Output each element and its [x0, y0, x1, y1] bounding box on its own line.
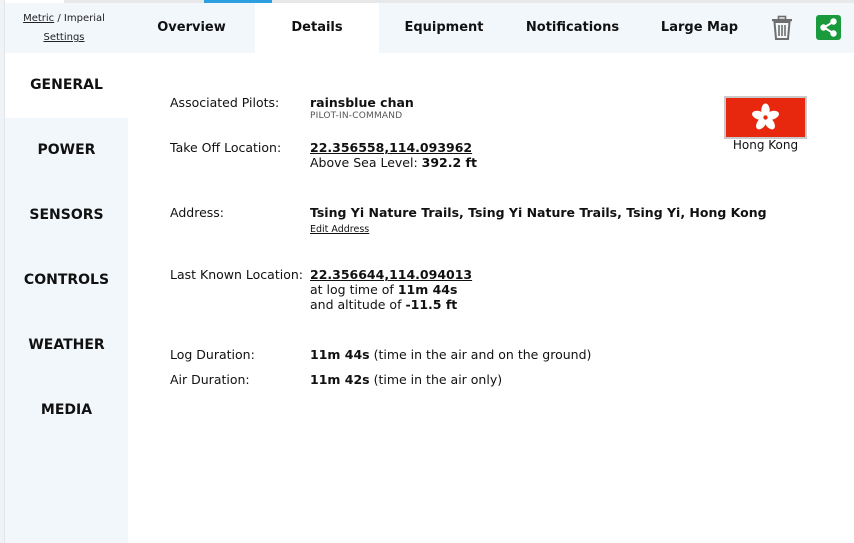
altitude-value: -11.5 ft [405, 297, 458, 312]
edit-address-link[interactable]: Edit Address [310, 224, 369, 235]
air-duration-line: 11m 42s (time in the air only) [310, 372, 502, 387]
settings-link[interactable]: Settings [5, 32, 123, 43]
takeoff-coords-link[interactable]: 22.356558,114.093962 [310, 140, 472, 155]
log-duration-label: Log Duration: [170, 347, 255, 362]
log-time-line: at log time of 11m 44s [310, 282, 457, 297]
units-selector: Metric / Imperial Settings [5, 3, 123, 53]
asl-value: 392.2 ft [421, 155, 477, 170]
log-duration-note: (time in the air and on the ground) [373, 347, 592, 362]
hong-kong-flag-icon [724, 96, 807, 139]
log-duration-value: 11m 44s [310, 347, 370, 362]
address-label: Address: [170, 205, 224, 220]
log-time-value: 11m 44s [397, 282, 458, 297]
pilots-label: Associated Pilots: [170, 95, 280, 110]
edit-address-wrap: Edit Address [310, 220, 369, 235]
units-line: Metric / Imperial [5, 13, 123, 24]
sidebar-item-weather[interactable]: WEATHER [5, 313, 128, 378]
sidebar-item-sensors[interactable]: SENSORS [5, 183, 128, 248]
tab-equipment[interactable]: Equipment [379, 3, 509, 53]
trash-icon[interactable] [768, 14, 796, 42]
asl-line: Above Sea Level: 392.2 ft [310, 155, 477, 170]
sidebar-item-controls[interactable]: CONTROLS [5, 248, 128, 313]
altitude-prefix: and altitude of [310, 297, 402, 312]
tab-notifications[interactable]: Notifications [509, 3, 636, 53]
last-known-label: Last Known Location: [170, 267, 303, 282]
metric-link[interactable]: Metric [23, 13, 54, 24]
asl-label: Above Sea Level: [310, 155, 418, 170]
pilot-role: PILOT-IN-COMMAND [310, 111, 403, 121]
address-value: Tsing Yi Nature Trails, Tsing Yi Nature … [310, 205, 767, 220]
altitude-line: and altitude of -11.5 ft [310, 297, 457, 312]
log-time-prefix: at log time of [310, 282, 394, 297]
sidebar-item-media[interactable]: MEDIA [5, 378, 128, 443]
takeoff-label: Take Off Location: [170, 140, 282, 155]
share-icon[interactable] [816, 15, 841, 40]
pilot-name: rainsblue chan [310, 95, 414, 110]
tab-details[interactable]: Details [255, 3, 379, 53]
tab-overview[interactable]: Overview [128, 3, 255, 53]
air-duration-label: Air Duration: [170, 372, 250, 387]
last-known-coords-link[interactable]: 22.356644,114.094013 [310, 267, 472, 282]
sidebar-item-general[interactable]: GENERAL [5, 53, 128, 118]
tab-large-map[interactable]: Large Map [636, 3, 763, 53]
units-separator: / [57, 13, 61, 24]
log-duration-line: 11m 44s (time in the air and on the grou… [310, 347, 591, 362]
air-duration-value: 11m 42s [310, 372, 370, 387]
sidebar-item-power[interactable]: POWER [5, 118, 128, 183]
air-duration-note: (time in the air only) [373, 372, 503, 387]
flag-caption: Hong Kong [732, 138, 799, 152]
imperial-option[interactable]: Imperial [64, 13, 105, 24]
